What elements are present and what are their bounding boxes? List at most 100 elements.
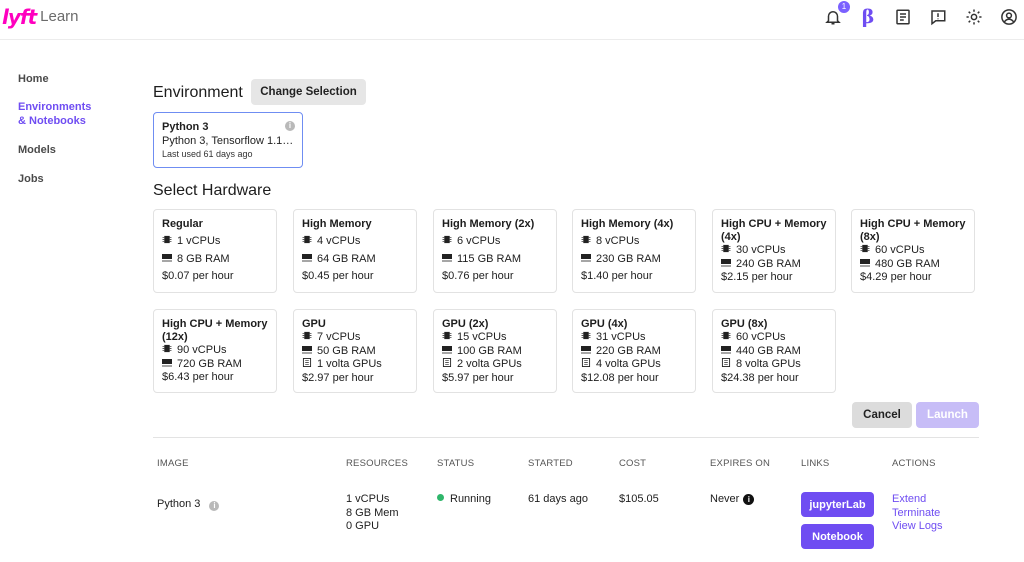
notification-badge: 1 xyxy=(838,1,850,13)
info-icon[interactable]: i xyxy=(743,494,755,505)
hardware-name: GPU (2x) xyxy=(442,318,489,330)
hardware-card[interactable]: High CPU + Memory (8x) 60 vCPUs 480 GB RAM… xyxy=(851,209,975,293)
cpu-icon xyxy=(721,244,731,258)
memory-icon xyxy=(860,258,870,272)
hardware-card[interactable]: GPU 7 vCPUs 50 GB RAM 1 volta GPUs $2.97 per… xyxy=(293,309,417,393)
cpu-icon xyxy=(442,235,452,249)
docs-icon[interactable] xyxy=(892,6,914,28)
launch-button[interactable]: Launch xyxy=(916,402,979,428)
cpu-icon xyxy=(302,331,312,345)
col-header-expires: EXPIRES ON xyxy=(710,458,771,469)
terminate-link[interactable]: Terminate xyxy=(892,507,943,521)
cancel-button[interactable]: Cancel xyxy=(852,402,912,428)
notebook-button[interactable]: Notebook xyxy=(801,524,874,549)
col-header-actions: ACTIONS xyxy=(892,458,936,469)
hardware-name: GPU xyxy=(302,318,326,330)
hardware-card[interactable]: GPU (4x) 31 vCPUs 220 GB RAM 4 volta GPUs $1… xyxy=(572,309,696,393)
hardware-ram: 480 GB RAM xyxy=(860,258,966,272)
row-image-name: Python 3 xyxy=(157,498,201,510)
hardware-ram: 240 GB RAM xyxy=(721,258,827,272)
memory-icon xyxy=(721,258,731,272)
hardware-price: $12.08 per hour xyxy=(581,371,659,384)
row-started: 61 days ago xyxy=(528,493,588,505)
hardware-cpu-text: 30 vCPUs xyxy=(736,244,786,256)
hardware-ram: 720 GB RAM xyxy=(162,358,268,372)
environment-last-used: Last used 61 days ago xyxy=(162,149,253,159)
feedback-icon[interactable] xyxy=(927,6,949,28)
hardware-heading: Select Hardware xyxy=(153,182,272,199)
hardware-price: $0.07 per hour xyxy=(162,270,234,282)
hardware-ram: 220 GB RAM xyxy=(581,345,687,359)
environment-card[interactable]: Python 3 Python 3, Tensorflow 1.14.... L… xyxy=(153,112,303,168)
gear-icon[interactable] xyxy=(963,6,985,28)
hardware-gpu-text: 8 volta GPUs xyxy=(736,358,801,370)
row-status: Running xyxy=(437,493,491,507)
hardware-cpu: 15 vCPUs xyxy=(442,331,548,345)
memory-icon xyxy=(302,345,312,359)
col-header-links: LINKS xyxy=(801,458,830,469)
cpu-icon xyxy=(581,331,591,345)
hardware-ram-text: 8 GB RAM xyxy=(177,252,230,265)
view-logs-link[interactable]: View Logs xyxy=(892,520,943,534)
app-logo[interactable]: lyft Learn xyxy=(2,6,79,28)
hardware-cpu: 31 vCPUs xyxy=(581,331,687,345)
hardware-name: GPU (4x) xyxy=(581,318,628,330)
extend-link[interactable]: Extend xyxy=(892,493,943,507)
hardware-price: $1.40 per hour xyxy=(581,270,653,282)
hardware-cpu: 8 vCPUs xyxy=(581,235,687,249)
user-icon[interactable] xyxy=(998,6,1020,28)
sidebar-item-environments[interactable]: Environments & Notebooks xyxy=(18,100,98,128)
hardware-name: High Memory xyxy=(302,218,372,230)
memory-icon xyxy=(581,253,591,267)
row-resources-gpu: 0 GPU xyxy=(346,520,380,532)
change-selection-button[interactable]: Change Selection xyxy=(251,79,366,105)
hardware-cpu-text: 4 vCPUs xyxy=(317,235,361,247)
cpu-icon xyxy=(302,235,312,249)
sidebar-item-home[interactable]: Home xyxy=(18,72,118,86)
cpu-icon xyxy=(162,344,172,358)
memory-icon xyxy=(162,253,172,267)
info-icon[interactable]: i xyxy=(285,121,295,131)
col-header-started: STARTED xyxy=(528,458,573,469)
hardware-gpu: 4 volta GPUs xyxy=(581,358,687,372)
hardware-price: $24.38 per hour xyxy=(721,371,799,384)
hardware-ram: 8 GB RAM xyxy=(162,253,268,267)
environment-heading: Environment xyxy=(153,84,243,101)
beta-icon[interactable]: β xyxy=(857,6,879,28)
hardware-ram: 115 GB RAM xyxy=(442,253,548,267)
hardware-card[interactable]: Regular 1 vCPUs 8 GB RAM $0.07 per hour xyxy=(153,209,277,293)
hardware-ram-text: 440 GB RAM xyxy=(736,344,801,357)
hardware-card[interactable]: High Memory (2x) 6 vCPUs 115 GB RAM $0.76 p… xyxy=(433,209,557,293)
sidebar-item-models[interactable]: Models xyxy=(18,143,118,157)
hardware-card[interactable]: High Memory 4 vCPUs 64 GB RAM $0.45 per hou… xyxy=(293,209,417,293)
cpu-icon xyxy=(721,331,731,345)
hardware-cpu-text: 1 vCPUs xyxy=(177,235,221,247)
hardware-cpu-text: 60 vCPUs xyxy=(736,331,786,343)
sidebar-item-jobs[interactable]: Jobs xyxy=(18,172,118,186)
hardware-gpu-text: 2 volta GPUs xyxy=(457,358,522,370)
hardware-card[interactable]: High Memory (4x) 8 vCPUs 230 GB RAM $1.40 p… xyxy=(572,209,696,293)
hardware-card[interactable]: High CPU + Memory (4x) 30 vCPUs 240 GB RAM… xyxy=(712,209,836,293)
hardware-gpu-text: 1 volta GPUs xyxy=(317,358,382,370)
row-resources: 1 vCPUs 8 GB Mem 0 GPU xyxy=(346,493,399,534)
row-expires-text: Never xyxy=(710,493,740,505)
hardware-ram-text: 100 GB RAM xyxy=(457,344,522,357)
hardware-card[interactable]: GPU (8x) 60 vCPUs 440 GB RAM 8 volta GPUs $2… xyxy=(712,309,836,393)
gpu-icon xyxy=(721,358,731,372)
hardware-card[interactable]: High CPU + Memory (12x) 90 vCPUs 720 GB RA… xyxy=(153,309,277,393)
hardware-price: $2.15 per hour xyxy=(721,271,793,283)
bell-icon[interactable]: 1 xyxy=(822,1,850,28)
hardware-price: $2.97 per hour xyxy=(302,371,374,384)
col-header-resources: RESOURCES xyxy=(346,458,408,469)
row-actions: Extend Terminate View Logs xyxy=(892,493,943,534)
memory-icon xyxy=(302,253,312,267)
hardware-price: $0.45 per hour xyxy=(302,270,374,282)
info-icon[interactable]: i xyxy=(209,501,220,511)
hardware-cpu-text: 60 vCPUs xyxy=(875,244,925,256)
hardware-cpu-text: 6 vCPUs xyxy=(457,235,501,247)
row-cost: $105.05 xyxy=(619,493,659,505)
jupyterlab-button[interactable]: jupyterLab xyxy=(801,492,874,517)
memory-icon xyxy=(581,345,591,359)
hardware-price: $6.43 per hour xyxy=(162,371,234,383)
hardware-card[interactable]: GPU (2x) 15 vCPUs 100 GB RAM 2 volta GPUs $5… xyxy=(433,309,557,393)
